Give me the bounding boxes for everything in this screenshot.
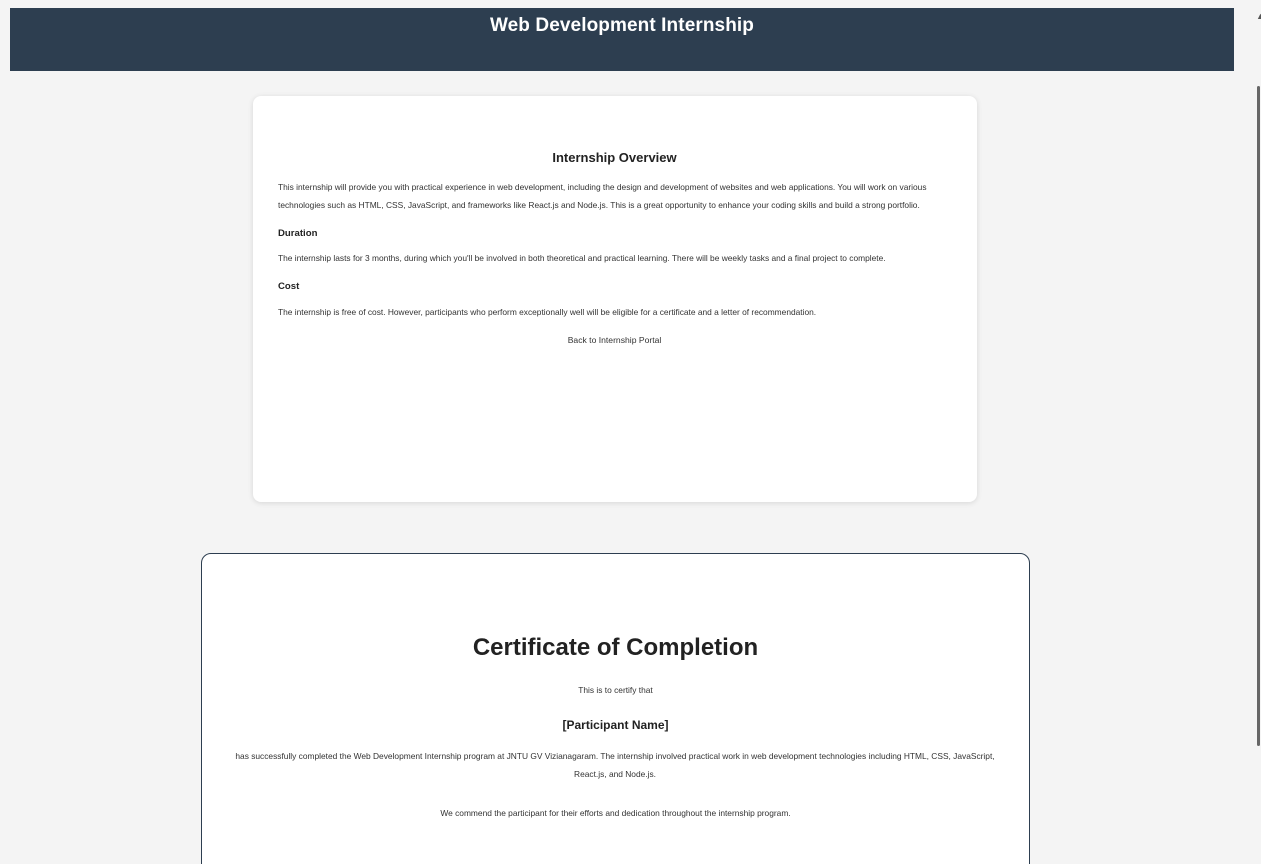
certificate-intro: This is to certify that [578,685,653,695]
overview-intro-text: This internship will provide you with pr… [278,181,927,210]
cost-heading: Cost [278,281,300,293]
duration-heading: Duration [278,227,318,239]
certificate-body: has successfully completed the Web Devel… [235,751,995,779]
scroll-up-arrow-icon[interactable]: ▲ [1256,12,1261,21]
back-to-portal-link[interactable]: Back to Internship Portal [278,335,951,345]
overview-title: Internship Overview [552,150,677,165]
cost-text: The internship is free of cost. However,… [278,306,817,317]
page: Web Development Internship ▲ Internship … [0,0,1261,864]
duration-text: The internship lasts for 3 months, durin… [278,253,886,264]
page-title: Web Development Internship [489,15,755,36]
certificate-title: Certificate of Completion [472,634,759,661]
participant-name: [Participant Name] [562,718,669,732]
certificate-card: Certificate of Completion This is to cer… [201,553,1030,864]
overview-card: Internship Overview This internship will… [253,96,977,502]
page-header: Web Development Internship [10,8,1234,71]
certificate-commendation: We commend the participant for their eff… [440,808,791,818]
scrollbar-thumb[interactable] [1257,86,1260,746]
